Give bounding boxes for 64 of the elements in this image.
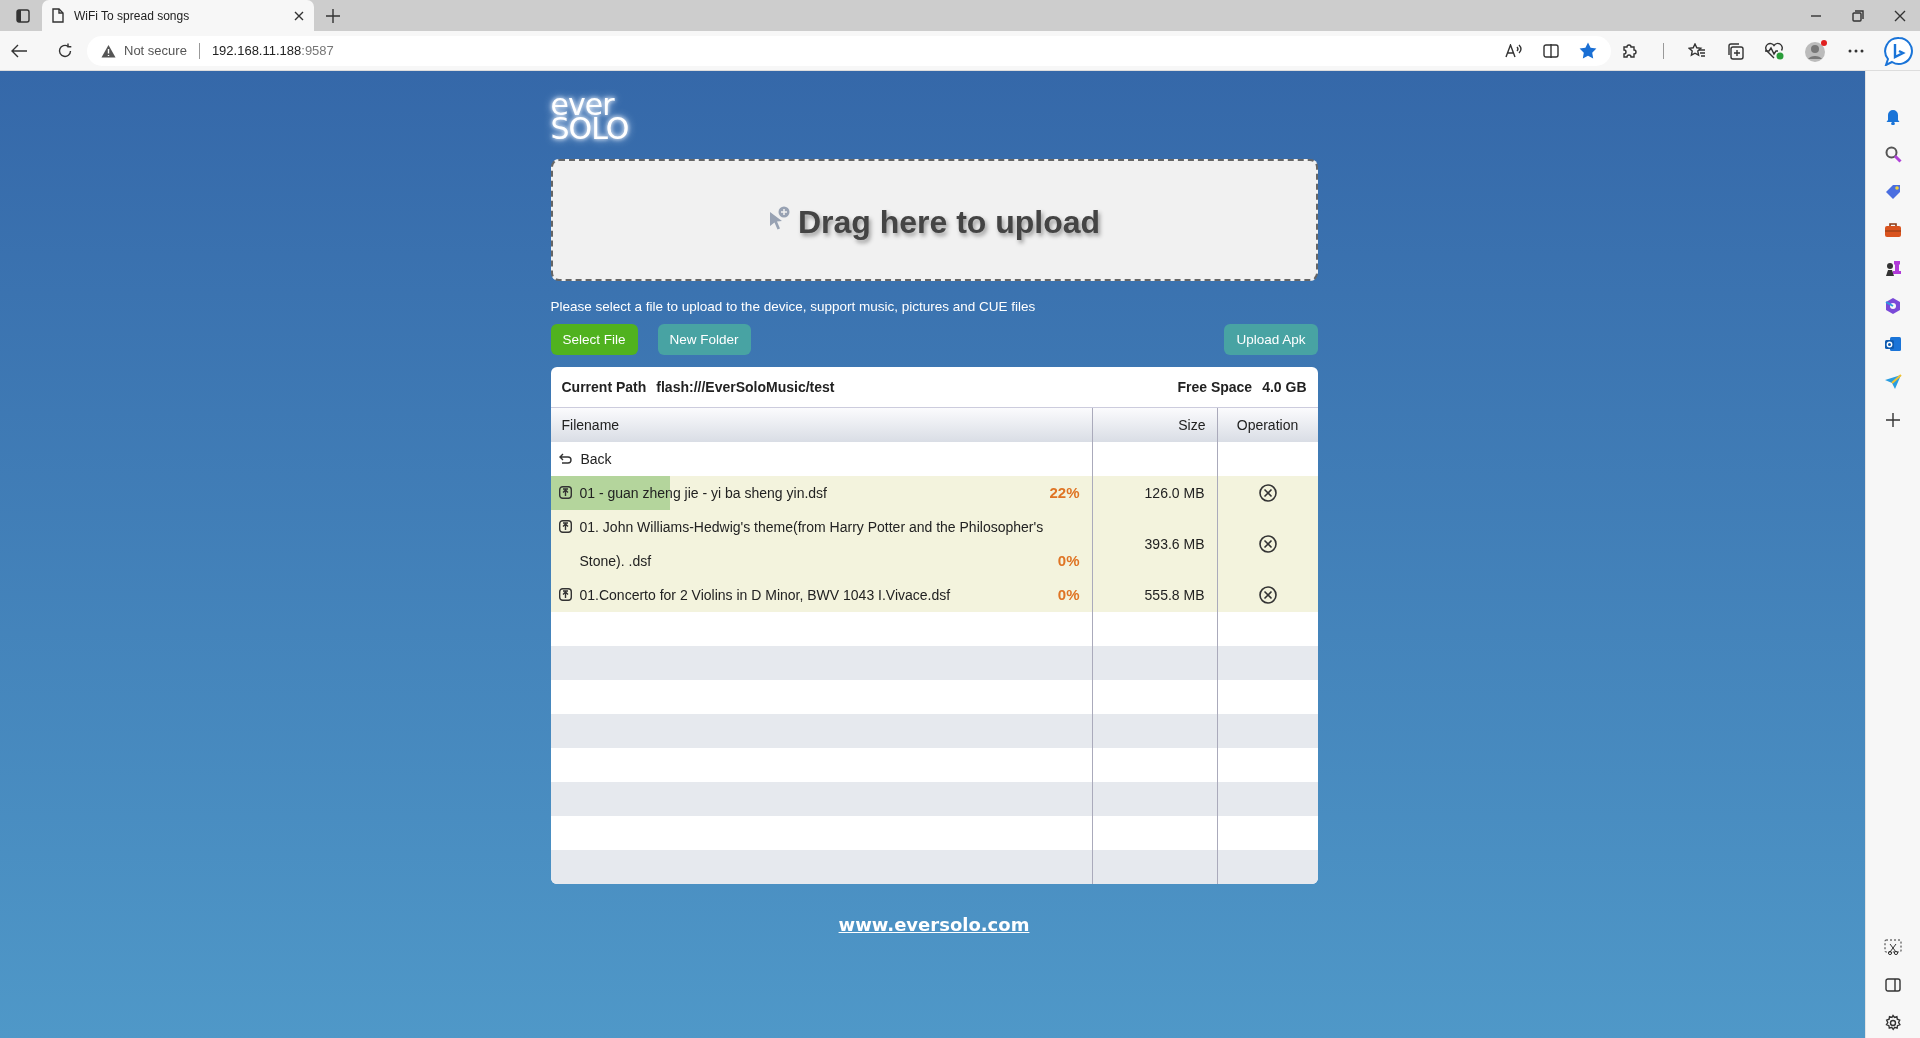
profile-icon[interactable] [1804, 38, 1828, 63]
toolbox-icon[interactable] [1884, 221, 1902, 239]
security-label: Not secure [124, 43, 187, 58]
paper-plane-icon[interactable] [1884, 373, 1902, 391]
upload-icon [558, 520, 572, 533]
heart-pulse-icon[interactable] [1764, 41, 1784, 60]
file-size: 126.0 MB [1144, 485, 1205, 501]
ring-icon[interactable] [1884, 297, 1902, 315]
bell-icon[interactable] [1884, 107, 1902, 125]
cancel-icon[interactable] [1258, 535, 1277, 553]
favorites-icon[interactable] [1688, 42, 1706, 59]
close-icon[interactable] [294, 10, 304, 21]
add-icon[interactable] [1884, 411, 1902, 429]
address-field[interactable]: Not secure 192.168.11.188:9587 [87, 35, 1611, 66]
tag-icon[interactable] [1884, 183, 1902, 201]
star-icon[interactable] [1579, 42, 1597, 59]
file-name: 01. John Williams-Hedwig's theme(from Harry Potter and the Philosopher's Stone). .dsf [579, 518, 1045, 571]
split-screen-icon[interactable] [1543, 43, 1559, 58]
logo-text: ever [550, 93, 614, 117]
path-value: flash:///EverSoloMusic/test [656, 379, 835, 395]
drop-zone-label: Drag here to upload [797, 202, 1101, 241]
mail-app-icon[interactable] [1884, 335, 1902, 353]
column-header: Operation [1235, 416, 1300, 435]
file-name: 01.Concerto for 2 Violins in D Minor, BWV 1043 I.Vivace.dsf [579, 586, 952, 605]
collections-icon[interactable] [1726, 41, 1744, 60]
search-icon[interactable] [1884, 145, 1902, 163]
restore-icon[interactable] [1852, 9, 1864, 22]
reload-icon[interactable] [57, 42, 73, 59]
read-aloud-icon[interactable] [1505, 43, 1523, 58]
settings-icon[interactable] [1884, 1014, 1902, 1032]
file-name: 01 - guan zheng jie - yi ba sheng yin.dsf [579, 484, 828, 503]
chat-bubble-icon[interactable] [1884, 35, 1914, 66]
cancel-icon[interactable] [1258, 484, 1277, 502]
page-icon [52, 8, 64, 23]
browser-tab[interactable]: WiFi To spread songs [42, 0, 314, 31]
new-tab-icon[interactable] [326, 9, 340, 23]
instruction-text: Please select a file to upload to the device, support music, pictures and CUE files [550, 299, 1036, 314]
tab-actions-icon[interactable] [16, 9, 30, 23]
close-icon[interactable] [1894, 9, 1906, 22]
file-size: 555.8 MB [1144, 587, 1205, 603]
puzzle-icon[interactable] [1621, 41, 1639, 60]
url-port: :9587 [301, 43, 334, 58]
warning-icon [101, 43, 116, 58]
progress-percent: 0% [1057, 551, 1080, 571]
cancel-icon[interactable] [1258, 586, 1277, 604]
return-arrow-icon[interactable] [558, 453, 573, 465]
back-link[interactable]: Back [580, 451, 612, 467]
side-panel-icon[interactable] [1885, 978, 1901, 992]
upload-icon [558, 486, 572, 499]
free-space-label: Free Space [1177, 379, 1253, 395]
file-size: 393.6 MB [1144, 536, 1205, 552]
logo-text: SOLO [550, 117, 629, 141]
path-label: Current Path [561, 379, 647, 395]
progress-percent: 22% [1049, 483, 1080, 503]
progress-percent: 0% [1057, 585, 1080, 605]
upload-icon [558, 588, 572, 601]
free-space-value: 4.0 GB [1262, 379, 1307, 395]
chess-pieces-icon[interactable] [1884, 259, 1902, 277]
back-icon[interactable] [10, 42, 28, 59]
url-host: 192.168.11.188 [211, 43, 302, 58]
screenshot-icon[interactable] [1884, 938, 1902, 956]
more-icon[interactable] [1848, 48, 1864, 53]
upload-drop-zone[interactable]: Drag here to upload [550, 159, 1318, 281]
tab-title: WiFi To spread songs [74, 8, 191, 23]
